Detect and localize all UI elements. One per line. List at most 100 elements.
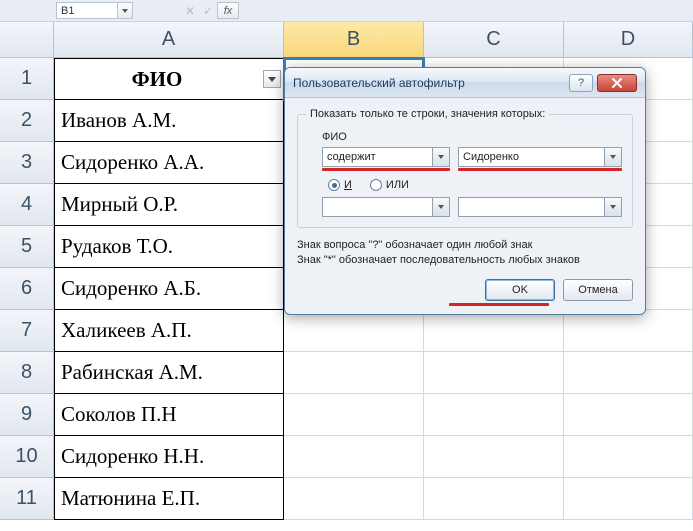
row-header-7[interactable]: 7 — [0, 310, 54, 352]
cell-D7[interactable] — [564, 310, 693, 352]
help-icon: ? — [578, 77, 584, 89]
highlight-annotation — [449, 303, 549, 306]
field-name-label: ФИО — [322, 131, 622, 143]
name-box-dropdown[interactable] — [118, 2, 133, 19]
row-header-1[interactable]: 1 — [0, 58, 54, 100]
dialog-body: Показать только те строки, значения кото… — [285, 98, 645, 315]
cancel-button[interactable]: Отмена — [563, 279, 633, 301]
row-header-9[interactable]: 9 — [0, 394, 54, 436]
cell-A3[interactable]: Сидоренко А.А. — [54, 142, 284, 184]
criteria-group: Показать только те строки, значения кото… — [297, 114, 633, 228]
dialog-buttons: OK Отмена — [297, 279, 633, 301]
row-header-11[interactable]: 11 — [0, 478, 54, 520]
fx-label: fx — [224, 5, 233, 17]
custom-autofilter-dialog: Пользовательский автофильтр ? Показать т… — [284, 67, 646, 315]
cell-A9[interactable]: Соколов П.Н — [54, 394, 284, 436]
cell-A7[interactable]: Халикеев А.П. — [54, 310, 284, 352]
hint-line-2: Знак "*" обозначает последовательность л… — [297, 253, 633, 268]
chevron-down-icon — [438, 155, 444, 159]
cell-A4[interactable]: Мирный О.Р. — [54, 184, 284, 226]
cell-B9[interactable] — [284, 394, 424, 436]
dialog-title: Пользовательский автофильтр — [293, 76, 565, 90]
row-header-10[interactable]: 10 — [0, 436, 54, 478]
combo-dropdown-button[interactable] — [604, 198, 621, 216]
cell-A5[interactable]: Рудаков Т.О. — [54, 226, 284, 268]
cell-B10[interactable] — [284, 436, 424, 478]
cell-C11[interactable] — [424, 478, 564, 520]
row-header-2[interactable]: 2 — [0, 100, 54, 142]
cell-C10[interactable] — [424, 436, 564, 478]
formula-bar-controls: ✕ ✓ fx — [181, 2, 239, 19]
cell-A1[interactable]: ФИО — [54, 58, 284, 100]
hint-line-1: Знак вопроса "?" обозначает один любой з… — [297, 238, 633, 253]
formula-accept-icon: ✓ — [199, 2, 217, 19]
insert-function-button[interactable]: fx — [217, 2, 239, 19]
combo-dropdown-button[interactable] — [432, 148, 449, 166]
header-label: ФИО — [132, 67, 183, 92]
condition-1-row: содержит Сидоренко — [308, 147, 622, 171]
table-row: Сидоренко Н.Н. — [54, 436, 693, 478]
highlight-annotation — [458, 168, 622, 171]
cell-A6[interactable]: Сидоренко А.Б. — [54, 268, 284, 310]
close-icon — [610, 78, 624, 88]
column-headers: A B C D — [54, 22, 693, 58]
cond1-value: Сидоренко — [463, 151, 519, 163]
highlight-annotation — [322, 168, 450, 171]
cond2-value-combo[interactable] — [458, 197, 622, 217]
logic-radio-row: И ИЛИ — [328, 179, 622, 191]
col-header-C[interactable]: C — [424, 22, 564, 58]
row-header-5[interactable]: 5 — [0, 226, 54, 268]
cell-A10[interactable]: Сидоренко Н.Н. — [54, 436, 284, 478]
cell-B11[interactable] — [284, 478, 424, 520]
group-legend: Показать только те строки, значения кото… — [306, 108, 549, 120]
cond1-operator-value: содержит — [327, 151, 376, 163]
cell-B8[interactable] — [284, 352, 424, 394]
chevron-down-icon — [122, 9, 128, 13]
cell-D8[interactable] — [564, 352, 693, 394]
combo-dropdown-button[interactable] — [604, 148, 621, 166]
name-box-value: B1 — [61, 5, 74, 17]
chevron-down-icon — [610, 205, 616, 209]
col-header-D[interactable]: D — [564, 22, 693, 58]
dialog-titlebar[interactable]: Пользовательский автофильтр ? — [285, 68, 645, 98]
formula-bar-strip: B1 ✕ ✓ fx — [0, 0, 693, 22]
cond2-operator-combo[interactable] — [322, 197, 450, 217]
table-row: Матюнина Е.П. — [54, 478, 693, 520]
row-header-3[interactable]: 3 — [0, 142, 54, 184]
cell-D11[interactable] — [564, 478, 693, 520]
cond1-operator-combo[interactable]: содержит — [322, 147, 450, 167]
cell-C9[interactable] — [424, 394, 564, 436]
autofilter-button[interactable] — [263, 70, 281, 88]
row-header-8[interactable]: 8 — [0, 352, 54, 394]
chevron-down-icon — [438, 205, 444, 209]
cell-A8[interactable]: Рабинская А.М. — [54, 352, 284, 394]
cancel-label: Отмена — [578, 284, 617, 296]
help-button[interactable]: ? — [569, 74, 593, 92]
table-row: Рабинская А.М. — [54, 352, 693, 394]
row-header-6[interactable]: 6 — [0, 268, 54, 310]
cell-A2[interactable]: Иванов А.М. — [54, 100, 284, 142]
table-row: Халикеев А.П. — [54, 310, 693, 352]
close-button[interactable] — [597, 74, 637, 92]
formula-cancel-icon: ✕ — [181, 2, 199, 19]
row-headers: 1 2 3 4 5 6 7 8 9 10 11 — [0, 58, 54, 520]
radio-and[interactable]: И — [328, 179, 352, 191]
table-row: Соколов П.Н — [54, 394, 693, 436]
cell-C8[interactable] — [424, 352, 564, 394]
cell-D10[interactable] — [564, 436, 693, 478]
col-header-B[interactable]: B — [284, 22, 424, 58]
combo-dropdown-button[interactable] — [432, 198, 449, 216]
cond1-value-combo[interactable]: Сидоренко — [458, 147, 622, 167]
cell-D9[interactable] — [564, 394, 693, 436]
radio-icon — [370, 179, 382, 191]
cell-B7[interactable] — [284, 310, 424, 352]
select-all-corner[interactable] — [0, 22, 54, 58]
radio-or[interactable]: ИЛИ — [370, 179, 409, 191]
radio-or-label: ИЛИ — [386, 179, 409, 191]
name-box[interactable]: B1 — [56, 2, 118, 19]
ok-button[interactable]: OK — [485, 279, 555, 301]
col-header-A[interactable]: A — [54, 22, 284, 58]
cell-C7[interactable] — [424, 310, 564, 352]
cell-A11[interactable]: Матюнина Е.П. — [54, 478, 284, 520]
row-header-4[interactable]: 4 — [0, 184, 54, 226]
